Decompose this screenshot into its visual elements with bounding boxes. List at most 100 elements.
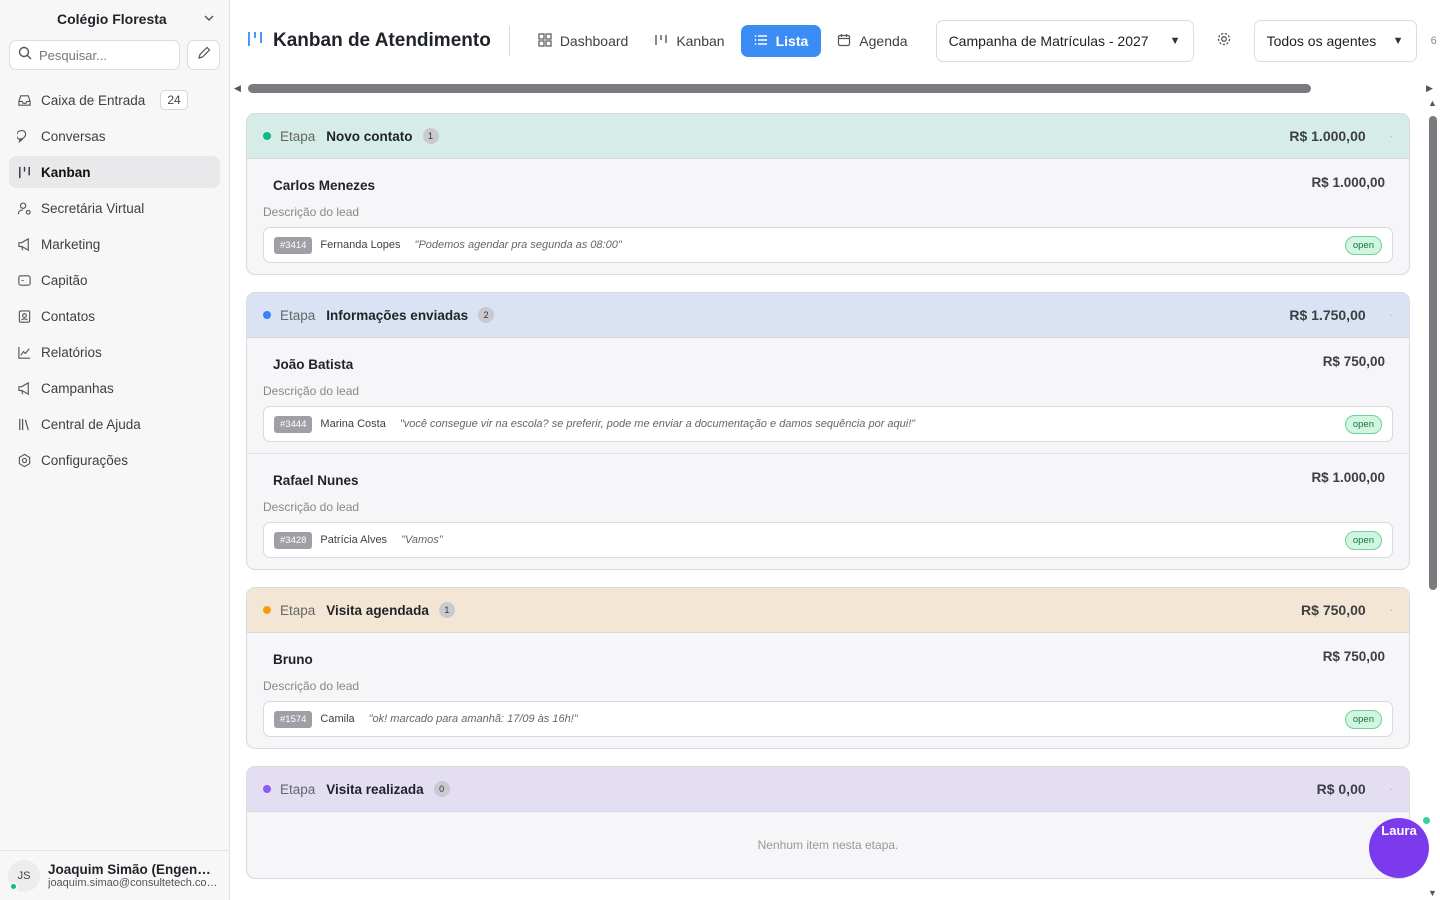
lead-name: Carlos Menezes xyxy=(273,178,376,193)
conversation-row[interactable]: #1574 Camila "ok! marcado para amanhã: 17/… xyxy=(263,701,1393,737)
stage-header[interactable]: Etapa Informações enviadas 2 R$ 1.750,00 · xyxy=(247,293,1409,338)
stage-count-badge: 2 xyxy=(478,307,495,323)
scroll-right-icon[interactable]: ▶ xyxy=(1426,83,1433,94)
vertical-scroll-thumb[interactable] xyxy=(1429,116,1437,590)
settings-button[interactable] xyxy=(1204,31,1244,52)
status-badge: open xyxy=(1344,709,1382,729)
kanban-stage: Etapa Visita realizada 0 R$ 0,00 · Nenhum ite… xyxy=(246,766,1410,879)
scroll-left-icon[interactable]: ◀ xyxy=(234,83,241,94)
stage-prefix: Etapa xyxy=(280,602,316,618)
sidebar-item-configuracoes[interactable]: Configurações xyxy=(9,444,220,476)
tab-agenda[interactable]: Agenda xyxy=(827,25,917,57)
lead-value: R$ 750,00 xyxy=(1322,354,1385,369)
sidebar-item-contatos[interactable]: Contatos xyxy=(9,300,220,332)
stage-count-badge: 1 xyxy=(438,602,455,618)
stage-menu-icon[interactable]: · xyxy=(1390,310,1393,321)
stage-prefix: Etapa xyxy=(280,128,316,144)
stage-header[interactable]: Etapa Visita realizada 0 R$ 0,00 · xyxy=(247,767,1409,812)
lead-card[interactable]: João Batista R$ 750,00 Descrição do lead #3… xyxy=(247,338,1409,454)
sidebar-item-label: Configurações xyxy=(41,452,129,468)
conversation-id: #3428 xyxy=(274,531,313,549)
assistant-button[interactable]: Laura xyxy=(1369,815,1432,878)
conversation-row[interactable]: #3428 Patrícia Alves "Vamos" open xyxy=(263,522,1393,558)
conversation-agent: Marina Costa xyxy=(320,418,386,430)
assistant-label: Laura xyxy=(1381,823,1417,838)
lead-description: Descrição do lead xyxy=(263,500,360,514)
stage-menu-icon[interactable]: · xyxy=(1390,605,1393,616)
caret-down-icon: ▼ xyxy=(1169,35,1181,47)
sidebar-item-kanban[interactable]: Kanban xyxy=(9,156,220,188)
stage-header[interactable]: Etapa Novo contato 1 R$ 1.000,00 · xyxy=(247,114,1409,159)
stage-total: R$ 0,00 xyxy=(1316,781,1366,797)
chevron-down-icon xyxy=(203,12,215,27)
online-indicator xyxy=(9,881,18,891)
conversation-last-message: "ok! marcado para amanhã: 17/09 às 16h!" xyxy=(368,713,578,725)
stage-prefix: Etapa xyxy=(280,781,316,797)
sidebar-item-secretaria-virtual[interactable]: Secretária Virtual xyxy=(9,192,220,224)
user-name: Joaquim Simão (Engenharia) xyxy=(48,862,218,877)
conversation-row[interactable]: #3444 Marina Costa "você consegue vir na e… xyxy=(263,406,1393,442)
horizontal-scroll-thumb[interactable] xyxy=(248,84,1311,93)
lead-name: Rafael Nunes xyxy=(273,473,359,488)
lead-card[interactable]: Rafael Nunes R$ 1.000,00 Descrição do lead… xyxy=(247,454,1409,569)
sidebar-item-relatorios[interactable]: Relatórios xyxy=(9,336,220,368)
search-row xyxy=(0,38,229,70)
stage-menu-icon[interactable]: · xyxy=(1390,131,1393,142)
user-email: joaquim.simao@consultetech.com.br xyxy=(48,877,218,889)
scroll-down-icon[interactable]: ▼ xyxy=(1428,888,1437,898)
megaphone-icon xyxy=(16,236,32,252)
sidebar-item-marketing[interactable]: Marketing xyxy=(9,228,220,260)
lead-description: Descrição do lead xyxy=(263,205,360,219)
conversation-row[interactable]: #3414 Fernanda Lopes "Podemos agendar pra … xyxy=(263,227,1393,263)
stage-name: Visita realizada xyxy=(326,781,424,797)
sidebar-item-conversas[interactable]: Conversas xyxy=(9,120,220,152)
lead-card[interactable]: Bruno R$ 750,00 Descrição do lead #1574 Cami… xyxy=(247,633,1409,748)
search-box xyxy=(9,40,180,70)
vertical-scrollbar[interactable]: ▲ ▼ xyxy=(1426,96,1440,900)
stage-count-badge: 0 xyxy=(433,781,450,797)
conversation-last-message: "Podemos agendar pra segunda as 08:00" xyxy=(414,239,622,251)
sidebar-item-central-de-ajuda[interactable]: Central de Ajuda xyxy=(9,408,220,440)
sidebar: Colégio Floresta Caixa de Entrada 24 Conve… xyxy=(0,0,230,900)
app: Colégio Floresta Caixa de Entrada 24 Conve… xyxy=(0,0,1440,900)
scroll-up-icon[interactable]: ▲ xyxy=(1428,98,1437,108)
sidebar-item-campanhas[interactable]: Campanhas xyxy=(9,372,220,404)
stage-header[interactable]: Etapa Visita agendada 1 R$ 750,00 · xyxy=(247,588,1409,633)
empty-stage-message: Nenhum item nesta etapa. xyxy=(757,838,899,852)
user-profile[interactable]: JS Joaquim Simão (Engenharia) joaquim.si… xyxy=(0,850,229,900)
sidebar-item-label: Relatórios xyxy=(41,344,102,360)
tab-dashboard[interactable]: Dashboard xyxy=(528,25,639,57)
sidebar-item-caixa-de-entrada[interactable]: Caixa de Entrada 24 xyxy=(9,84,220,116)
stage-name: Informações enviadas xyxy=(326,307,469,323)
conversation-last-message: "Vamos" xyxy=(401,534,443,546)
stage-total: R$ 1.750,00 xyxy=(1289,307,1366,323)
conversation-id: #1574 xyxy=(274,710,313,728)
sidebar-nav: Caixa de Entrada 24 Conversas Kanban Secretá… xyxy=(0,84,229,476)
org-switcher[interactable]: Colégio Floresta xyxy=(0,0,229,38)
status-badge: open xyxy=(1344,235,1382,255)
conversation-id: #3444 xyxy=(274,415,313,433)
campaign-select[interactable]: Campanha de Matrículas - 2027 ▼ xyxy=(935,20,1194,62)
stage-count-badge: 1 xyxy=(422,128,439,144)
compose-button[interactable] xyxy=(187,40,220,70)
agents-select[interactable]: Todos os agentes ▼ xyxy=(1253,20,1417,62)
horizontal-scrollbar[interactable]: ◀ ▶ xyxy=(230,82,1440,96)
kanban-icon xyxy=(247,30,263,53)
search-input[interactable] xyxy=(39,47,159,63)
megaphone-icon xyxy=(16,380,32,396)
agents-value: Todos os agentes xyxy=(1266,33,1377,49)
sidebar-item-label: Campanhas xyxy=(41,380,114,396)
stage-menu-icon[interactable]: · xyxy=(1390,784,1393,795)
campaign-value: Campanha de Matrículas - 2027 xyxy=(948,33,1149,49)
tab-lista[interactable]: Lista xyxy=(740,25,822,57)
header: Kanban de Atendimento Dashboard Kanban Lis… xyxy=(230,0,1440,82)
overflow-indicator: 6 xyxy=(1430,35,1437,47)
contact-book-icon xyxy=(16,308,32,324)
tab-kanban[interactable]: Kanban xyxy=(644,25,734,57)
kanban-stage: Etapa Informações enviadas 2 R$ 1.750,00 · Jo… xyxy=(246,292,1410,570)
sidebar-item-capitao[interactable]: Capitão xyxy=(9,264,220,296)
pencil-icon xyxy=(197,46,211,65)
kanban-stage: Etapa Visita agendada 1 R$ 750,00 · Bruno R$ 7… xyxy=(246,587,1410,749)
stage-color-dot xyxy=(263,311,271,319)
lead-card[interactable]: Carlos Menezes R$ 1.000,00 Descrição do le… xyxy=(247,159,1409,274)
